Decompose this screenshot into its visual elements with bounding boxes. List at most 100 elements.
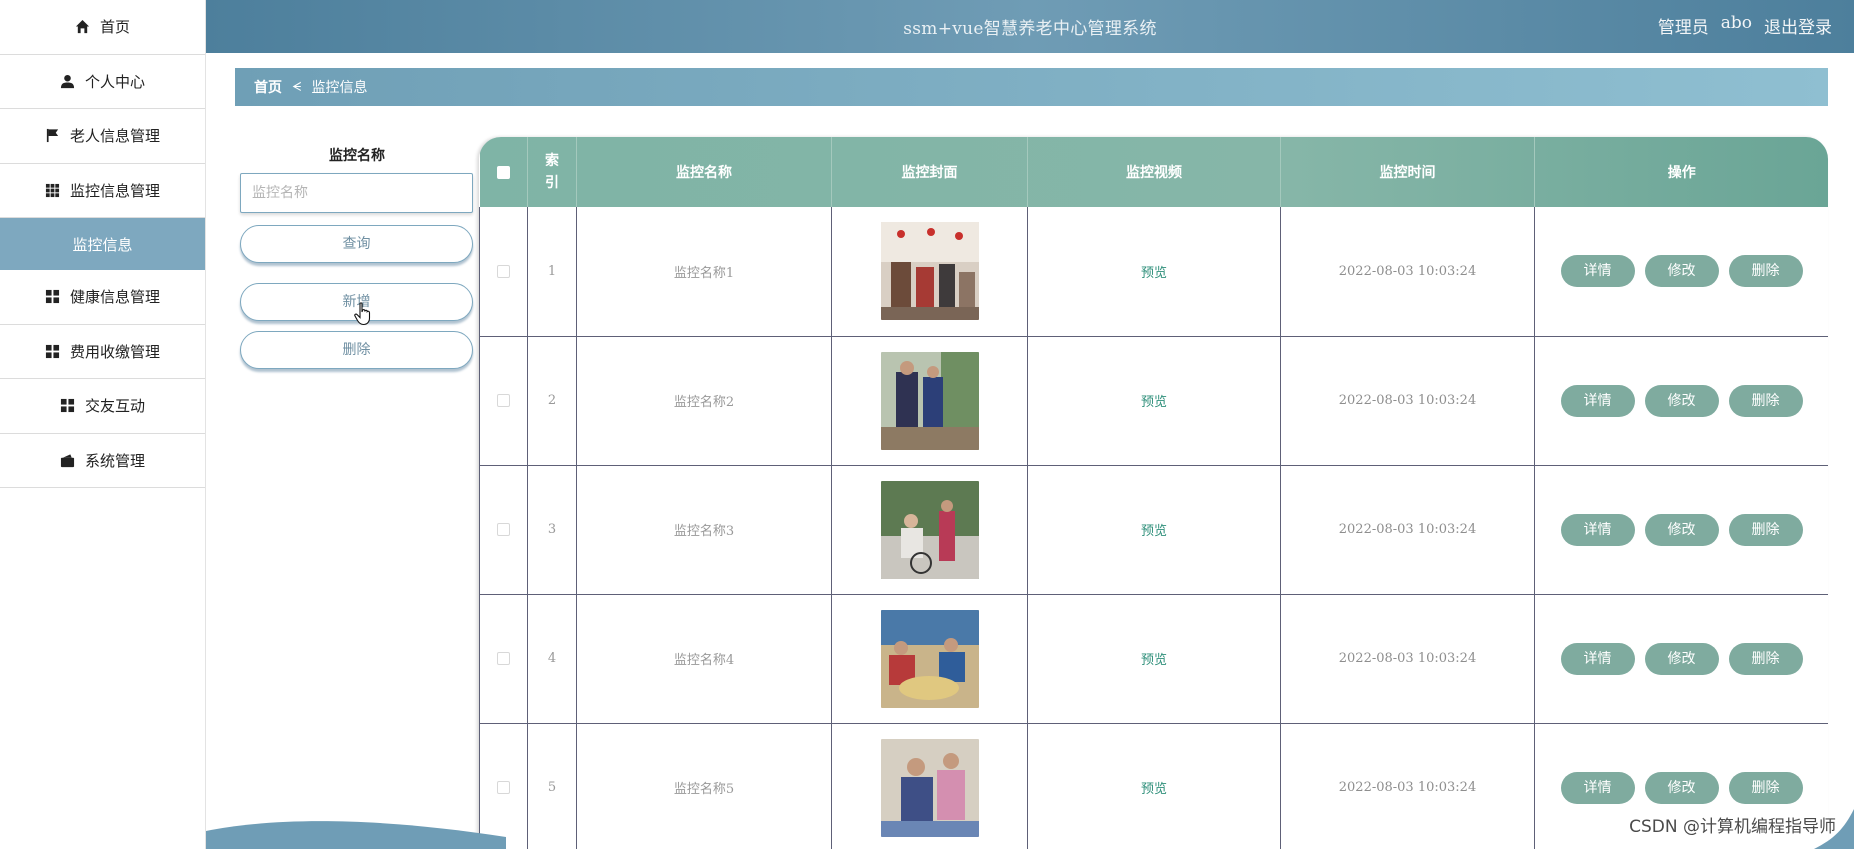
header-ops: 操作 [1667,165,1696,181]
breadcrumb-current: 监控信息 [311,80,368,96]
top-header: ssm+vue智慧养老中心管理系统 管理员 abo 退出登录 [206,0,1854,53]
row-time: 2022-08-03 10:03:24 [1280,207,1535,337]
video-preview-link[interactable]: 预览 [1141,653,1167,668]
row-index: 1 [527,207,577,337]
apps-icon [60,398,76,414]
cover-image[interactable] [880,480,979,579]
app-root: 首页 个人中心 老人信息管理 监控信息管理 监控信息 健康信息管理 费用收缴管理… [0,0,1854,849]
sidebar-item-health[interactable]: 健康信息管理 [0,270,205,325]
sidebar-item-monitor-mgmt[interactable]: 监控信息管理 [0,164,205,218]
hand-cursor-icon [354,302,371,326]
row-actions: 详情 修改 删除 [1535,642,1828,675]
row-checkbox[interactable] [497,523,510,536]
video-preview-link[interactable]: 预览 [1141,782,1167,797]
apps-icon [45,343,61,359]
app-title: ssm+vue智慧养老中心管理系统 [903,19,1157,39]
edit-button[interactable]: 修改 [1644,384,1719,417]
header-cover: 监控封面 [831,137,1028,207]
grid-icon [45,182,61,198]
edit-button[interactable]: 修改 [1644,771,1719,804]
user-role: 管理员 [1657,18,1709,38]
header-user-area: 管理员 abo 退出登录 [1658,13,1832,38]
row-time: 2022-08-03 10:03:24 [1280,465,1535,595]
table-header-row: 索引 监控名称 监控封面 监控视频 监控时间 操作 [479,137,1828,207]
video-preview-link[interactable]: 预览 [1141,266,1167,281]
row-name: 监控名称5 [576,723,832,849]
row-delete-button[interactable]: 删除 [1728,255,1803,288]
logout-link[interactable]: 退出登录 [1764,13,1832,38]
query-button[interactable]: 查询 [240,225,473,263]
row-cover [831,594,1028,724]
table-row: 5 监控名称5 预览 2022-08-03 10:03:24 详情 修改 删除 [479,723,1828,849]
select-all-checkbox[interactable] [496,165,510,179]
cover-image[interactable] [880,738,979,837]
row-checkbox[interactable] [497,781,510,794]
edit-button[interactable]: 修改 [1644,642,1719,675]
search-input[interactable] [240,173,473,213]
sidebar-item-profile[interactable]: 个人中心 [0,55,205,109]
row-name: 监控名称2 [576,336,832,466]
sidebar-item-label: 个人中心 [84,72,145,91]
header-index: 索引 [527,137,577,207]
delete-button[interactable]: 删除 [240,331,473,369]
sidebar-item-label: 费用收缴管理 [69,342,160,361]
row-checkbox[interactable] [497,264,510,278]
sidebar-item-label: 系统管理 [84,451,145,470]
detail-button[interactable]: 详情 [1560,384,1635,417]
header-select-all[interactable] [479,137,528,207]
row-time: 2022-08-03 10:03:24 [1280,594,1535,724]
video-preview-link[interactable]: 预览 [1141,524,1167,539]
apps-icon [45,289,61,305]
cover-image[interactable] [880,351,979,450]
sidebar-item-home[interactable]: 首页 [0,0,205,55]
breadcrumb-separator: ᗕ [292,79,302,95]
edit-button[interactable]: 修改 [1644,513,1719,546]
table-row: 4 监控名称4 预览 2022-08-03 10:03:24 详情 修改 删除 [479,594,1828,724]
video-preview-link[interactable]: 预览 [1141,395,1167,410]
row-delete-button[interactable]: 删除 [1728,513,1803,546]
header-time: 监控时间 [1280,137,1535,207]
row-index: 5 [527,723,577,849]
sidebar-item-label: 交友互动 [84,397,145,416]
row-time: 2022-08-03 10:03:24 [1280,336,1535,466]
row-checkbox[interactable] [497,394,510,407]
table-row: 2 监控名称2 预览 2022-08-03 10:03:24 详情 修改 删除 [479,336,1828,466]
sidebar: 首页 个人中心 老人信息管理 监控信息管理 监控信息 健康信息管理 费用收缴管理… [0,0,206,849]
table-row: 3 监控名称3 预览 2022-08-03 10:03:24 详情 修改 删除 [479,465,1828,595]
row-index: 2 [527,336,577,466]
row-delete-button[interactable]: 删除 [1728,384,1803,417]
row-actions: 详情 修改 删除 [1535,771,1828,804]
header-video: 监控视频 [1027,137,1281,207]
sidebar-item-label: 健康信息管理 [69,288,160,307]
row-cover [831,207,1028,337]
sidebar-item-label: 老人信息管理 [69,127,160,146]
row-checkbox[interactable] [497,652,510,665]
sidebar-item-system[interactable]: 系统管理 [0,434,205,488]
table-row: 1 监控名称1 预览 2022-08-03 10:03:24 详情 修改 删除 [479,207,1828,337]
detail-button[interactable]: 详情 [1560,513,1635,546]
detail-button[interactable]: 详情 [1560,255,1635,288]
sidebar-subitem-monitor-info[interactable]: 监控信息 [0,218,205,270]
sidebar-item-elderly[interactable]: 老人信息管理 [0,109,205,164]
watermark-text: CSDN @计算机编程指导师 [1629,817,1836,837]
row-delete-button[interactable]: 删除 [1728,771,1803,804]
edit-button[interactable]: 修改 [1644,255,1719,288]
home-icon [75,19,91,35]
bottom-wave-decoration [206,821,506,849]
search-panel: 监控名称 查询 新增 删除 [240,145,474,369]
breadcrumb-home[interactable]: 首页 [254,77,282,97]
sidebar-item-social[interactable]: 交友互动 [0,379,205,434]
detail-button[interactable]: 详情 [1560,771,1635,804]
row-name: 监控名称3 [576,465,832,595]
row-delete-button[interactable]: 删除 [1728,642,1803,675]
header-name: 监控名称 [576,137,832,207]
cover-image[interactable] [880,222,979,321]
sidebar-item-fees[interactable]: 费用收缴管理 [0,325,205,379]
row-index: 4 [527,594,577,724]
row-cover [831,723,1028,849]
cover-image[interactable] [880,609,979,708]
detail-button[interactable]: 详情 [1560,642,1635,675]
row-name: 监控名称4 [576,594,832,724]
user-icon [60,73,76,89]
row-cover [831,465,1028,595]
